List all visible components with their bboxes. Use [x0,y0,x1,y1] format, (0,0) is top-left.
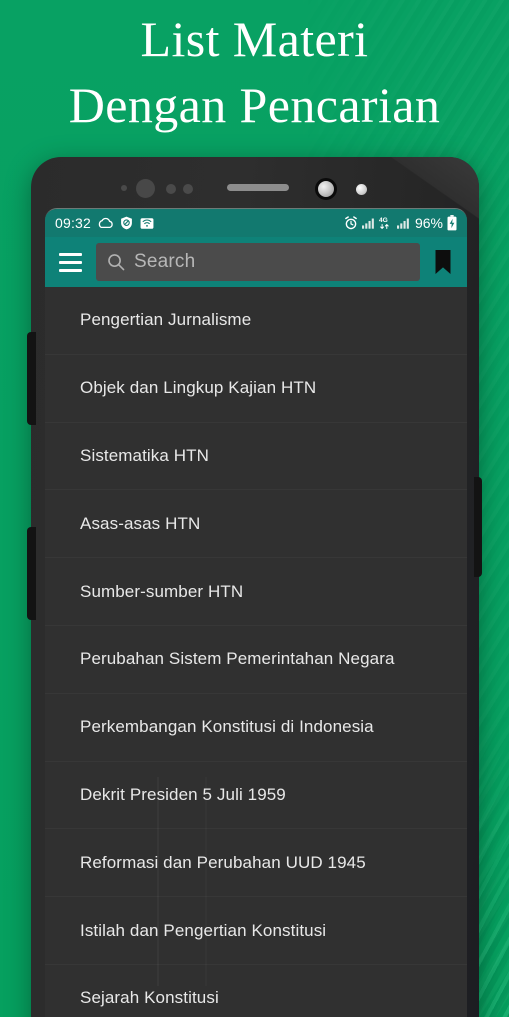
status-bar-right: 4G 96% [344,215,457,231]
hamburger-line [58,268,82,272]
alarm-icon [344,216,358,230]
do-not-disturb-icon [120,216,133,230]
search-placeholder: Search [134,251,196,272]
material-list[interactable]: Pengertian Jurnalisme Objek dan Lingkup K… [45,287,467,1017]
battery-charging-icon [447,215,457,231]
list-item-title: Objek dan Lingkup Kajian HTN [80,378,317,398]
hamburger-menu-icon[interactable] [54,246,86,278]
search-input[interactable]: Search [96,243,420,281]
cloud-icon [98,217,113,229]
light-sensor-icon [136,179,155,198]
signal-bars-icon [396,217,410,229]
promo-banner: List Materi Dengan Pencarian 09:32 4G 96… [0,0,509,1017]
list-item[interactable]: Perkembangan Konstitusi di Indonesia [45,693,467,762]
list-item-title: Dekrit Presiden 5 Juli 1959 [80,784,286,804]
battery-percent-label: 96% [414,215,443,231]
list-item[interactable]: Asas-asas HTN [45,490,467,559]
list-item[interactable]: Reformasi dan Perubahan UUD 1945 [45,829,467,898]
sensor-dot-icon [183,184,193,194]
list-item[interactable]: Sejarah Konstitusi [45,964,467,1017]
list-item[interactable]: Sumber-sumber HTN [45,558,467,626]
list-item-title: Perubahan Sistem Pemerintahan Negara [80,649,395,669]
volume-down-button[interactable] [27,527,36,620]
list-item-title: Pengertian Jurnalisme [80,310,252,330]
app-toolbar: Search [45,237,467,287]
status-bar-left: 09:32 [55,215,154,231]
list-item[interactable]: Perubahan Sistem Pemerintahan Negara [45,625,467,694]
status-bar: 09:32 4G 96% [45,209,467,237]
volume-up-button[interactable] [27,332,36,425]
list-item[interactable]: Istilah dan Pengertian Konstitusi [45,897,467,965]
wifi-icon [140,217,154,230]
signal-bars-icon [361,217,375,229]
status-clock: 09:32 [55,215,92,231]
promo-headline-line-2: Dengan Pencarian [68,77,441,133]
list-item[interactable]: Sistematika HTN [45,422,467,491]
bookmark-icon[interactable] [428,245,458,279]
phone-mockup: 09:32 4G 96% Search Pengertian Jurnalism… [27,157,482,1017]
list-item[interactable]: Pengertian Jurnalisme [45,287,467,355]
list-item[interactable]: Dekrit Presiden 5 Juli 1959 [45,761,467,830]
network-4g-icon: 4G [379,216,393,230]
list-item-title: Istilah dan Pengertian Konstitusi [80,920,327,940]
phone-screen: 09:32 4G 96% Search Pengertian Jurnalism… [45,208,467,1017]
list-item-title: Sumber-sumber HTN [80,581,244,601]
search-icon [107,253,125,271]
earpiece-speaker-icon [227,184,289,191]
front-camera-icon [315,178,337,200]
proximity-sensor-icon [121,185,127,191]
list-item-title: Asas-asas HTN [80,513,201,533]
power-button[interactable] [474,477,482,577]
promo-headline: List Materi Dengan Pencarian [0,6,509,138]
hamburger-line [58,252,82,256]
list-item-title: Sistematika HTN [80,445,210,465]
list-item-title: Perkembangan Konstitusi di Indonesia [80,717,374,737]
hamburger-line [58,260,82,264]
list-item-title: Sejarah Konstitusi [80,988,219,1008]
promo-headline-line-1: List Materi [140,11,369,67]
list-item[interactable]: Objek dan Lingkup Kajian HTN [45,354,467,423]
svg-text:4G: 4G [379,217,388,224]
list-item-title: Reformasi dan Perubahan UUD 1945 [80,852,366,872]
notification-led-icon [356,184,367,195]
sensor-dot-icon [166,184,176,194]
